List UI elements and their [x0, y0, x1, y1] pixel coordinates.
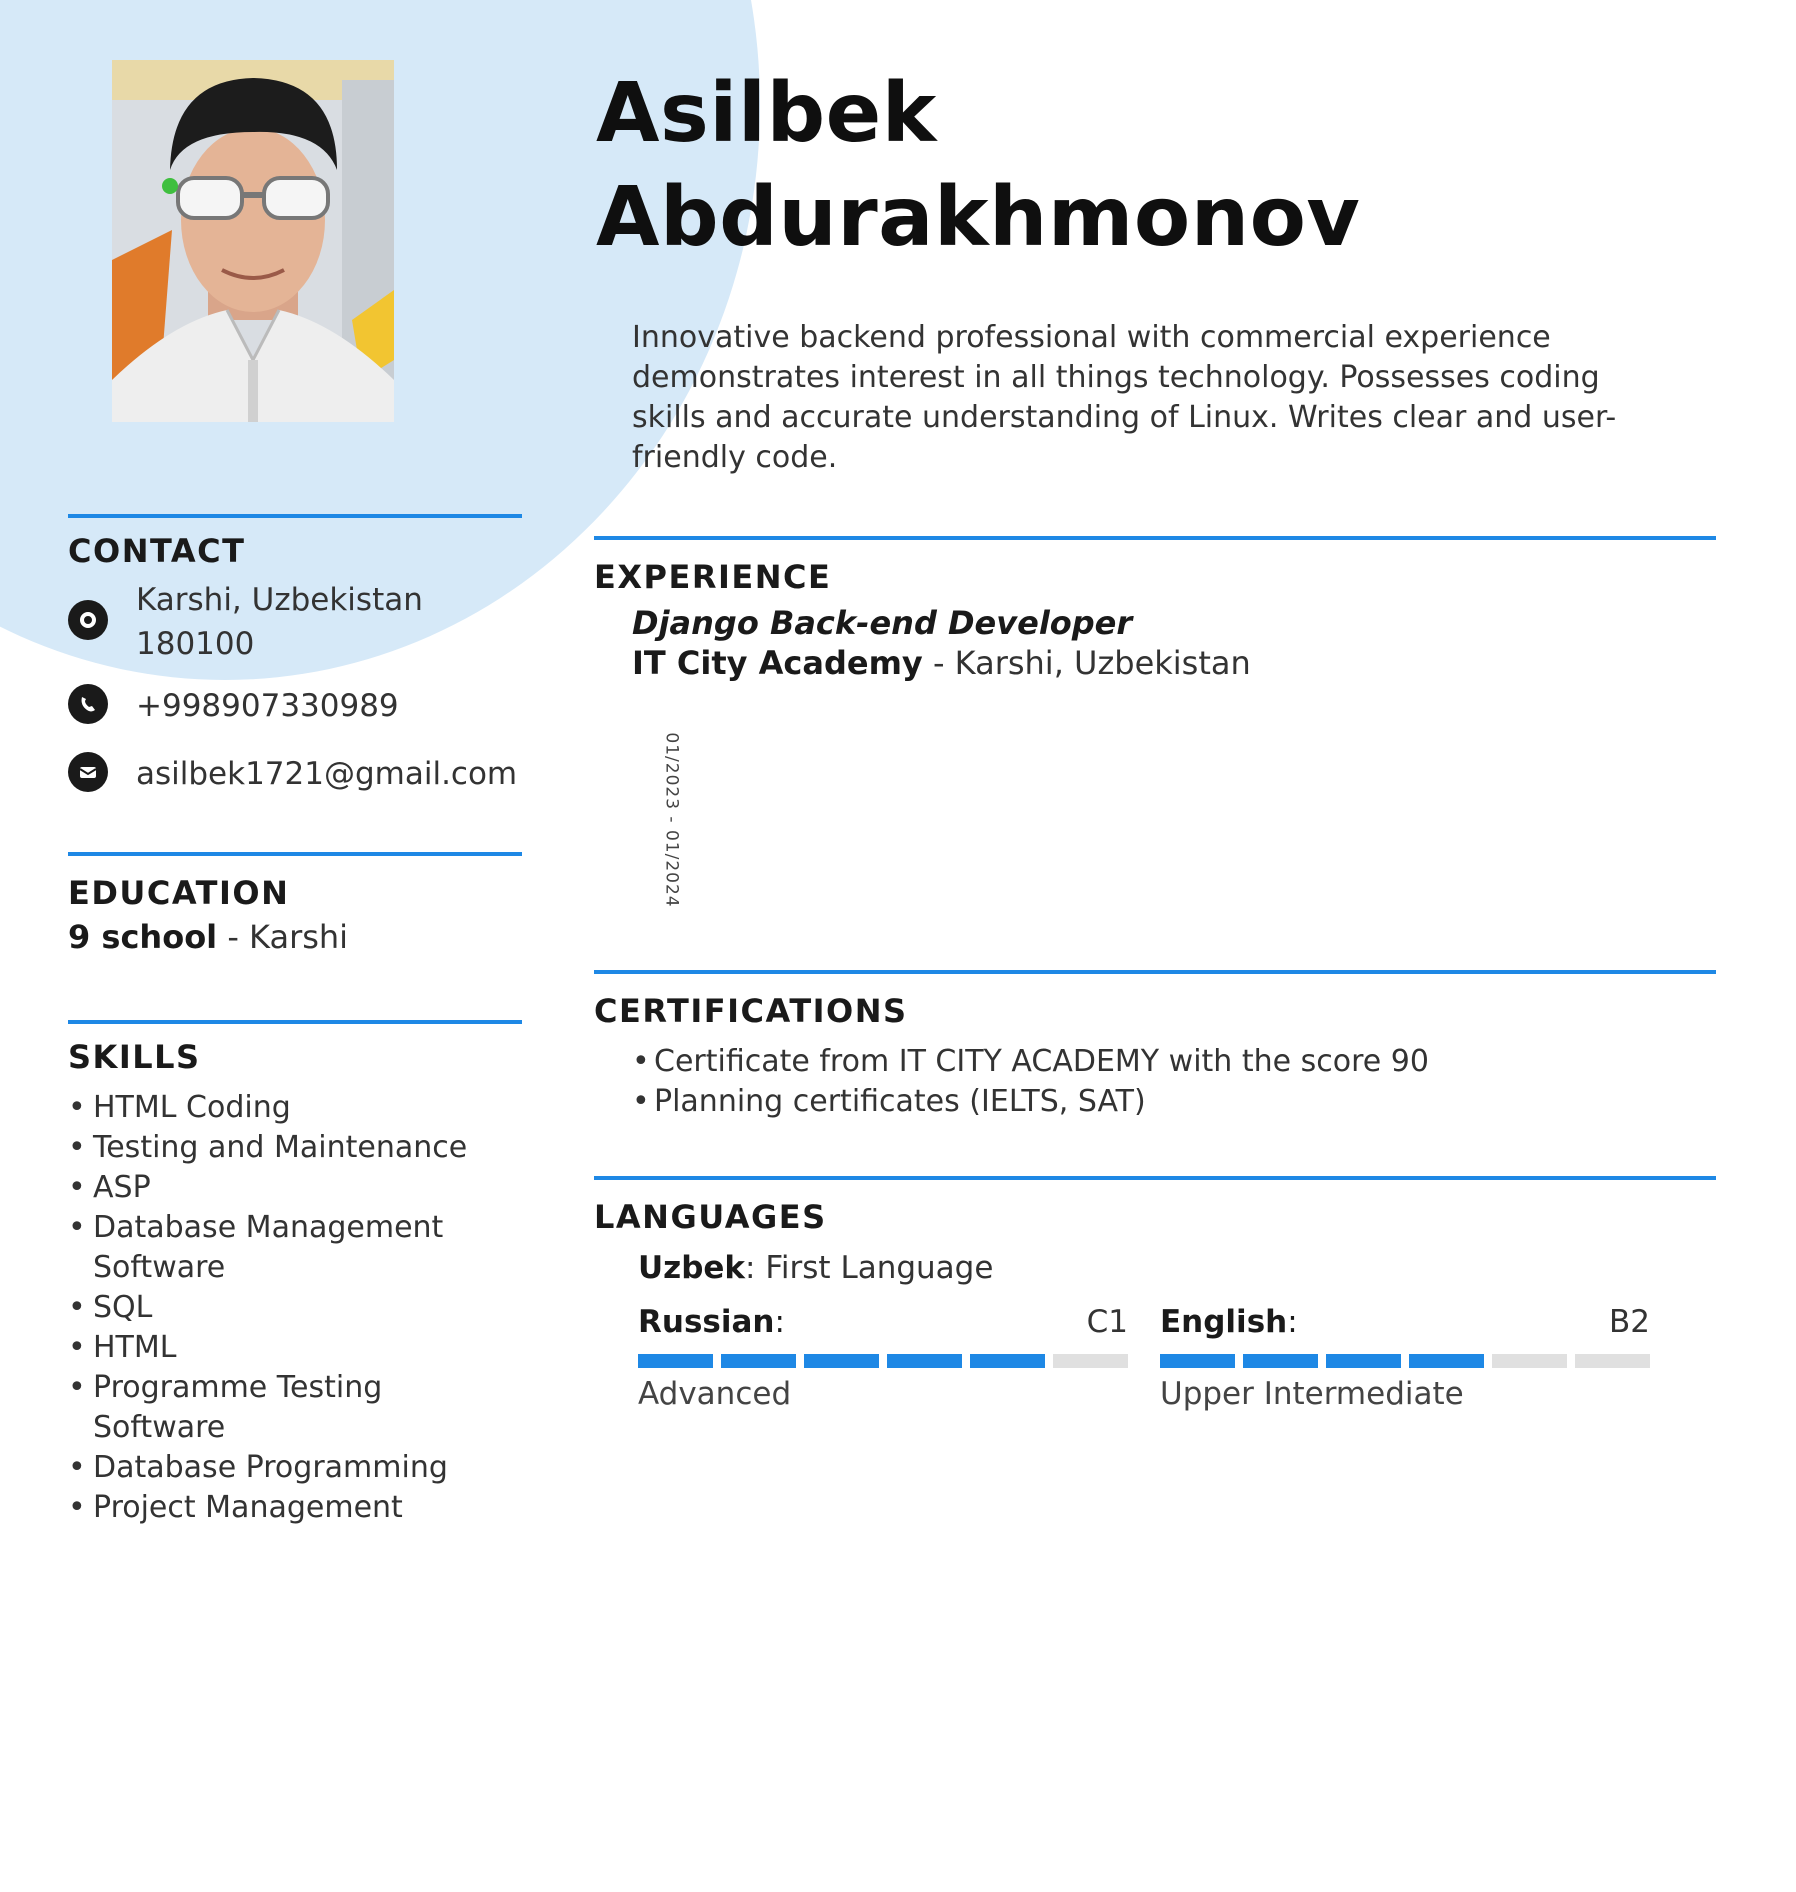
profile-photo	[112, 60, 394, 422]
contact-address: Karshi, Uzbekistan 180100	[68, 578, 423, 666]
education-divider	[68, 852, 522, 856]
education-entry: 9 school - Karshi	[68, 918, 348, 956]
language-english: English: B2 Upper Intermediate	[1160, 1304, 1650, 1412]
email-icon	[68, 752, 108, 792]
skill-item: Database Management Software	[68, 1208, 508, 1288]
skills-divider	[68, 1020, 522, 1024]
proficiency-segment	[804, 1354, 879, 1368]
last-name: Abdurakhmonov	[596, 170, 1361, 265]
certifications-divider	[594, 970, 1716, 974]
resume-page: Asilbek Abdurakhmonov Innovative backend…	[0, 0, 1796, 1892]
proficiency-segment	[1053, 1354, 1128, 1368]
language-level: C1	[1086, 1304, 1128, 1340]
certification-item: Planning certificates (IELTS, SAT)	[632, 1082, 1429, 1122]
profile-summary: Innovative backend professional with com…	[632, 320, 1617, 475]
proficiency-segment	[638, 1354, 713, 1368]
proficiency-segment	[970, 1354, 1045, 1368]
language-level-description: Advanced	[638, 1376, 792, 1412]
email-address: asilbek1721@gmail.com	[136, 756, 518, 792]
proficiency-segment	[721, 1354, 796, 1368]
skill-item: Database Programming	[68, 1448, 508, 1488]
proficiency-segment	[1160, 1354, 1235, 1368]
skill-item: HTML	[68, 1328, 508, 1368]
location-pin-icon	[68, 600, 108, 640]
school-name: 9 school	[68, 918, 218, 956]
native-language-name: Uzbek	[638, 1250, 746, 1286]
language-name: English	[1160, 1304, 1288, 1340]
proficiency-segment	[1409, 1354, 1484, 1368]
job-company-line: IT City Academy - Karshi, Uzbekistan	[632, 644, 1251, 682]
native-language: Uzbek: First Language	[638, 1250, 993, 1286]
job-title: Django Back-end Developer	[632, 604, 1133, 642]
proficiency-segment	[1492, 1354, 1567, 1368]
contact-heading: CONTACT	[68, 532, 246, 570]
languages-divider	[594, 1176, 1716, 1180]
contact-divider	[68, 514, 522, 518]
address-line1: Karshi, Uzbekistan	[136, 582, 423, 618]
skill-item: Project Management	[68, 1488, 508, 1528]
language-name: Russian	[638, 1304, 775, 1340]
proficiency-segment	[1575, 1354, 1650, 1368]
company-name: IT City Academy	[632, 644, 923, 682]
skill-item: HTML Coding	[68, 1088, 508, 1128]
proficiency-segment	[887, 1354, 962, 1368]
skills-list: HTML Coding Testing and Maintenance ASP …	[68, 1088, 508, 1528]
skills-heading: SKILLS	[68, 1038, 201, 1076]
certifications-list: Certificate from IT CITY ACADEMY with th…	[632, 1042, 1429, 1122]
skill-item: Testing and Maintenance	[68, 1128, 508, 1168]
experience-heading: EXPERIENCE	[594, 558, 832, 596]
contact-phone[interactable]: +998907330989	[68, 684, 399, 728]
company-location: - Karshi, Uzbekistan	[922, 644, 1251, 682]
language-level: B2	[1609, 1304, 1650, 1340]
certifications-heading: CERTIFICATIONS	[594, 992, 908, 1030]
language-russian: Russian: C1 Advanced	[638, 1304, 1128, 1412]
education-heading: EDUCATION	[68, 874, 290, 912]
skill-item: SQL	[68, 1288, 508, 1328]
language-level-description: Upper Intermediate	[1160, 1376, 1464, 1412]
phone-number: +998907330989	[136, 688, 399, 724]
proficiency-segment	[1243, 1354, 1318, 1368]
skill-item: Programme Testing Software	[68, 1368, 508, 1448]
language-proficiency-bar	[638, 1354, 1128, 1368]
certification-item: Certificate from IT CITY ACADEMY with th…	[632, 1042, 1429, 1082]
contact-email[interactable]: asilbek1721@gmail.com	[68, 752, 517, 796]
school-location: - Karshi	[217, 918, 349, 956]
candidate-name: Asilbek Abdurakhmonov	[596, 62, 1360, 270]
address-line2: 180100	[136, 626, 255, 662]
languages-heading: LANGUAGES	[594, 1198, 827, 1236]
job-dates: 01/2023 - 01/2024	[661, 732, 682, 908]
phone-icon	[68, 684, 108, 724]
experience-divider	[594, 536, 1716, 540]
first-name: Asilbek	[596, 66, 937, 161]
language-proficiency-bar	[1160, 1354, 1650, 1368]
skill-item: ASP	[68, 1168, 508, 1208]
native-language-label: : First Language	[745, 1250, 994, 1286]
proficiency-segment	[1326, 1354, 1401, 1368]
